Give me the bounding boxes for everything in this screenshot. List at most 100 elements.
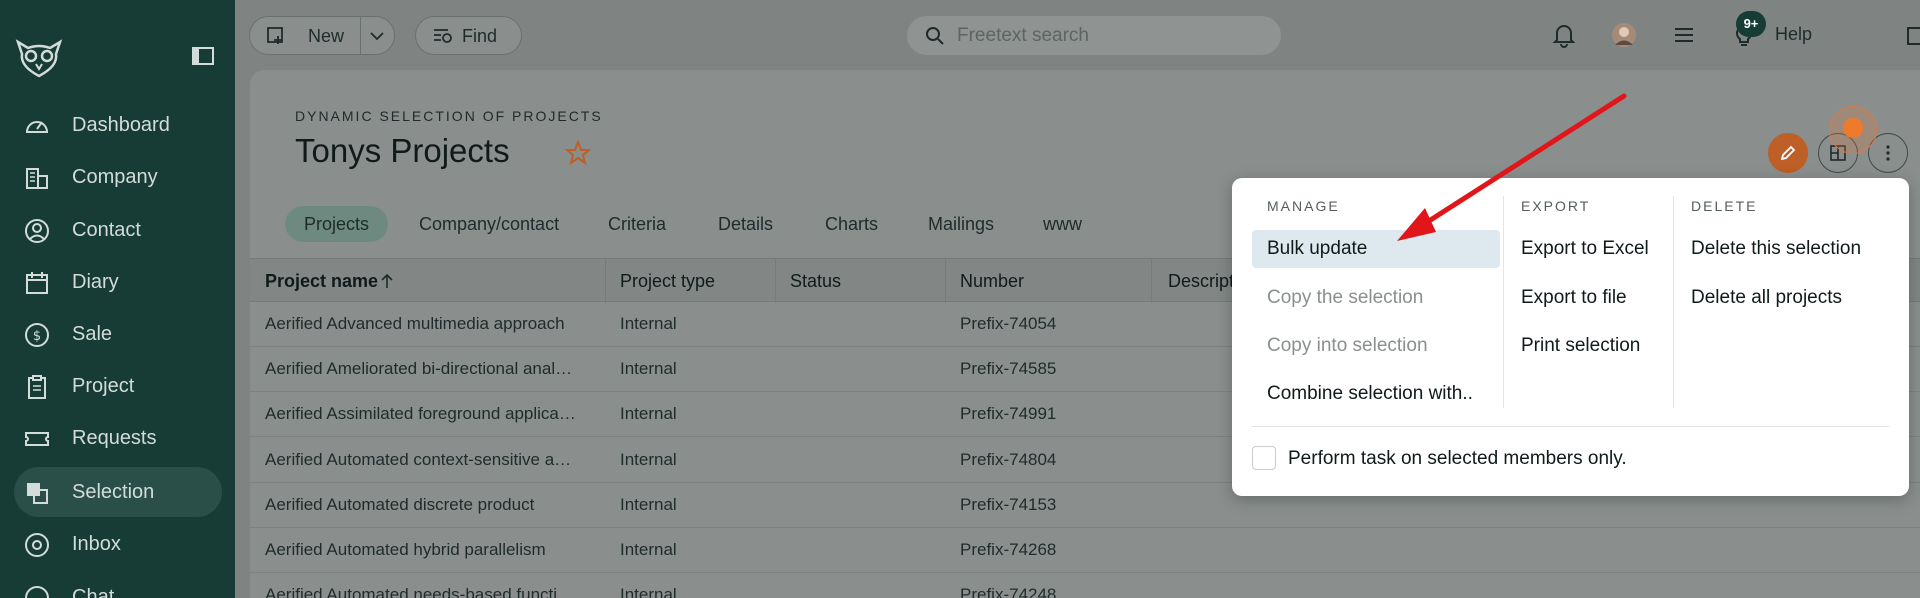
selected-members-checkbox[interactable] xyxy=(1252,446,1276,470)
tab-criteria[interactable]: Criteria xyxy=(589,206,685,242)
tab-charts[interactable]: Charts xyxy=(806,206,897,242)
search-placeholder: Freetext search xyxy=(957,25,1089,46)
new-document-icon xyxy=(267,27,283,44)
sidebar-item-company[interactable]: Company xyxy=(14,152,222,202)
search-input[interactable]: Freetext search xyxy=(907,16,1281,55)
menu-item-export-file[interactable]: Export to file xyxy=(1521,287,1627,309)
sidebar-item-selection[interactable]: Selection xyxy=(14,467,222,517)
edit-button[interactable] xyxy=(1768,133,1808,173)
selected-members-checkbox-label: Perform task on selected members only. xyxy=(1288,448,1627,469)
sidebar-item-label: Company xyxy=(72,166,158,188)
cell-project-name: Aerified Automated hybrid parallelism xyxy=(265,540,546,559)
column-header-status[interactable]: Status xyxy=(790,271,841,292)
column-header-project-type[interactable]: Project type xyxy=(620,271,715,292)
menu-item-bulk-update[interactable]: Bulk update xyxy=(1252,230,1500,268)
avatar[interactable] xyxy=(1611,22,1637,48)
cell-project-name: Aerified Automated needs-based functi… xyxy=(265,585,575,598)
tab-company-contact[interactable]: Company/contact xyxy=(400,206,578,242)
cell-number: Prefix-74153 xyxy=(960,495,1057,514)
collapse-sidebar-icon[interactable] xyxy=(192,47,214,65)
sidebar-item-sale[interactable]: $ Sale xyxy=(14,309,222,359)
cell-project-type: Internal xyxy=(620,540,677,559)
sidebar-item-label: Chat xyxy=(72,586,115,598)
sidebar-item-diary[interactable]: Diary xyxy=(14,257,222,307)
cell-project-name: Aerified Advanced multimedia approach xyxy=(265,314,565,333)
person-circle-icon xyxy=(25,219,49,243)
cell-number: Prefix-74991 xyxy=(960,404,1057,423)
cell-project-name: Aerified Automated context-sensitive a… xyxy=(265,450,572,469)
cell-number: Prefix-74054 xyxy=(960,314,1057,333)
menu-item-combine-selection[interactable]: Combine selection with.. xyxy=(1267,383,1473,405)
column-header-number[interactable]: Number xyxy=(960,271,1024,292)
cell-number: Prefix-74268 xyxy=(960,540,1057,559)
menu-item-export-excel[interactable]: Export to Excel xyxy=(1521,238,1649,260)
pencil-icon xyxy=(1780,145,1796,161)
building-icon xyxy=(26,168,48,189)
menu-item-copy-selection[interactable]: Copy the selection xyxy=(1267,287,1423,309)
new-button[interactable]: New xyxy=(249,16,395,55)
menu-heading-delete: DELETE xyxy=(1691,198,1758,214)
help-link[interactable]: Help xyxy=(1775,24,1812,45)
sidebar: Dashboard Company Contact Diary $ Sale P… xyxy=(0,0,235,598)
column-header-project-name[interactable]: Project name xyxy=(265,271,378,292)
clipboard-icon xyxy=(28,375,46,399)
at-sign-icon xyxy=(25,533,49,557)
sidebar-item-contact[interactable]: Contact xyxy=(14,205,222,255)
cell-project-type: Internal xyxy=(620,359,677,378)
sidebar-item-inbox[interactable]: Inbox xyxy=(14,519,222,569)
star-icon[interactable] xyxy=(565,140,591,166)
cell-number: Prefix-74248 xyxy=(960,585,1057,598)
sidebar-item-dashboard[interactable]: Dashboard xyxy=(14,100,222,150)
sidebar-item-chat[interactable]: Chat xyxy=(14,572,222,598)
page-title: Tonys Projects xyxy=(295,132,510,169)
sidebar-item-requests[interactable]: Requests xyxy=(14,413,222,463)
find-button[interactable]: Find xyxy=(415,16,522,55)
tab-mailings[interactable]: Mailings xyxy=(909,206,1013,242)
tab-www[interactable]: www xyxy=(1024,206,1101,242)
table-row[interactable]: Aerified Automated needs-based functi… I… xyxy=(250,573,1920,598)
sidebar-item-label: Selection xyxy=(72,481,155,503)
vertical-dots-icon xyxy=(1886,145,1890,161)
menu-item-print-selection[interactable]: Print selection xyxy=(1521,335,1640,357)
menu-item-delete-selection[interactable]: Delete this selection xyxy=(1691,238,1861,260)
chat-bubble-icon xyxy=(25,586,49,598)
dollar-circle-icon: $ xyxy=(25,323,49,347)
sort-ascending-icon[interactable] xyxy=(380,273,394,289)
sidebar-item-label: Dashboard xyxy=(72,114,170,136)
notification-badge: 9+ xyxy=(1736,11,1766,37)
sidebar-item-project[interactable]: Project xyxy=(14,361,222,411)
cell-project-name: Aerified Assimilated foreground applica… xyxy=(265,404,576,423)
owl-logo-icon[interactable] xyxy=(14,36,64,80)
selection-icon xyxy=(27,483,48,504)
sidebar-item-label: Project xyxy=(72,375,135,397)
find-button-label: Find xyxy=(462,26,498,46)
cell-project-type: Internal xyxy=(620,314,677,333)
ticket-icon xyxy=(25,432,49,446)
click-indicator-dot xyxy=(1843,118,1863,138)
cell-project-type: Internal xyxy=(620,495,677,514)
cell-project-name: Aerified Ameliorated bi-directional anal… xyxy=(265,359,573,378)
bell-icon[interactable] xyxy=(1551,22,1577,48)
menu-item-copy-into-selection[interactable]: Copy into selection xyxy=(1267,335,1428,357)
tab-projects[interactable]: Projects xyxy=(285,206,389,242)
cell-number: Prefix-74804 xyxy=(960,450,1057,469)
chevron-down-icon[interactable] xyxy=(368,30,386,42)
menu-lines-icon[interactable] xyxy=(1671,22,1697,48)
menu-heading-manage: MANAGE xyxy=(1267,198,1340,214)
gauge-icon xyxy=(25,121,49,133)
svg-text:$: $ xyxy=(33,329,41,344)
table-row[interactable]: Aerified Automated hybrid parallelism In… xyxy=(250,528,1920,573)
cell-project-type: Internal xyxy=(620,585,677,598)
column-header-description[interactable]: Descript xyxy=(1168,271,1234,292)
menu-item-delete-all-projects[interactable]: Delete all projects xyxy=(1691,287,1842,309)
top-bar: New Find Freetext search xyxy=(235,0,1920,70)
sidebar-item-label: Diary xyxy=(72,271,119,293)
tab-details[interactable]: Details xyxy=(699,206,792,242)
sidebar-item-label: Requests xyxy=(72,427,157,449)
sidebar-item-label: Inbox xyxy=(72,533,121,555)
menu-heading-export: EXPORT xyxy=(1521,198,1591,214)
sidebar-item-label: Sale xyxy=(72,323,113,345)
sidebar-item-label: Contact xyxy=(72,219,141,241)
calendar-icon xyxy=(26,272,48,294)
panel-icon[interactable] xyxy=(1906,26,1920,46)
